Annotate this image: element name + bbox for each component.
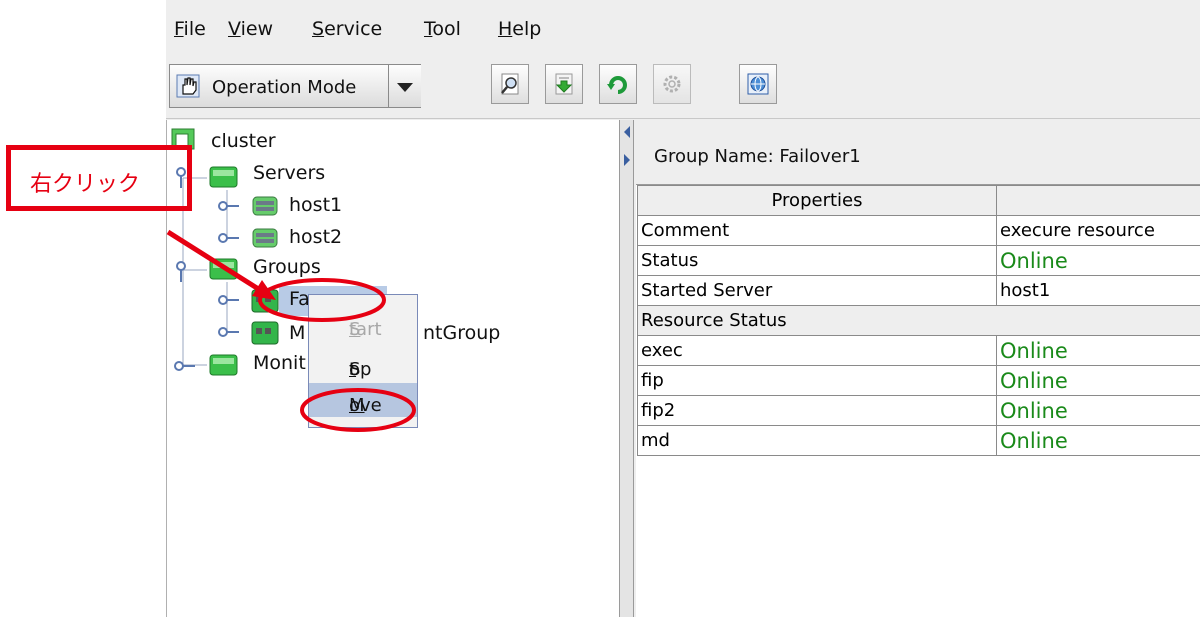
mode-select[interactable]: Operation Mode xyxy=(169,64,421,108)
toolbar: Operation Mode xyxy=(166,58,1200,119)
resource-name: md xyxy=(637,425,997,456)
property-label: Comment xyxy=(637,215,997,246)
menu-view[interactable]: View xyxy=(228,18,273,40)
group-name-label: Group Name: Failover1 xyxy=(654,146,861,167)
refresh-icon xyxy=(607,76,627,94)
chevron-down-icon xyxy=(397,83,413,92)
splitter-arrows-icon[interactable] xyxy=(623,126,631,166)
web-toolbar-button[interactable] xyxy=(739,64,777,104)
resource-status: Online xyxy=(996,425,1200,456)
table-row[interactable]: fip Online xyxy=(637,365,1200,396)
collapse-handle-icon[interactable] xyxy=(217,324,241,340)
tree-node-host2[interactable]: host2 xyxy=(289,226,342,248)
resource-status: Online xyxy=(996,335,1200,366)
pane-splitter[interactable] xyxy=(620,120,634,617)
table-row[interactable]: Status Online xyxy=(637,245,1200,276)
menu-service[interactable]: Service xyxy=(312,18,382,40)
server-icon xyxy=(252,228,278,248)
collapse-handle-icon[interactable] xyxy=(217,230,241,246)
properties-pane: Group Name: Failover1 Properties Comment… xyxy=(636,120,1200,617)
download-toolbar-button[interactable] xyxy=(545,64,583,104)
table-row[interactable]: fip2 Online xyxy=(637,395,1200,426)
hand-pointer-icon xyxy=(176,74,200,98)
properties-table: Properties Comment execure resource Stat… xyxy=(637,185,1200,456)
resource-status: Online xyxy=(996,395,1200,426)
download-icon xyxy=(555,73,573,95)
gear-icon xyxy=(663,75,681,93)
group-icon xyxy=(251,321,279,345)
mode-dropdown-button[interactable] xyxy=(388,65,421,107)
collapse-handle-icon[interactable] xyxy=(217,198,241,214)
tree-node-failover1[interactable]: Fa xyxy=(289,288,310,310)
section-row: Resource Status xyxy=(637,305,1200,336)
menu-tool[interactable]: Tool xyxy=(424,18,461,40)
table-header-row: Properties xyxy=(637,185,1200,216)
collapse-handle-icon[interactable] xyxy=(173,358,197,374)
resource-name: exec xyxy=(637,335,997,366)
server-icon xyxy=(252,196,278,216)
collapse-handle-icon[interactable] xyxy=(217,292,241,308)
resource-name: fip xyxy=(637,365,997,396)
context-menu: Start St op Move xyxy=(308,294,418,428)
table-row[interactable]: md Online xyxy=(637,425,1200,456)
refresh-toolbar-button[interactable] xyxy=(599,64,637,104)
tree-node-groups[interactable]: Groups xyxy=(253,256,321,278)
annotation-label: 右クリック xyxy=(30,172,141,197)
globe-icon xyxy=(747,73,769,95)
table-row[interactable]: Started Server host1 xyxy=(637,275,1200,306)
property-label: Status xyxy=(637,245,997,276)
status-value: Online xyxy=(996,245,1200,276)
table-row[interactable]: exec Online xyxy=(637,335,1200,366)
context-menu-start[interactable]: Start xyxy=(309,307,417,341)
menu-help[interactable]: Help xyxy=(498,18,541,40)
resource-name: fip2 xyxy=(637,395,997,426)
settings-toolbar-button[interactable] xyxy=(653,64,691,104)
context-menu-move[interactable]: Move xyxy=(309,383,417,417)
tree-node-cluster[interactable]: cluster xyxy=(211,130,276,152)
resource-status-section: Resource Status xyxy=(637,305,1200,336)
tree-node-servers[interactable]: Servers xyxy=(253,162,325,184)
expand-handle-icon[interactable] xyxy=(173,260,189,284)
search-toolbar-button[interactable] xyxy=(491,64,529,104)
table-row[interactable]: Comment execure resource xyxy=(637,215,1200,246)
tree-node-management-group-suffix[interactable]: ntGroup xyxy=(423,322,500,344)
properties-column-header: Properties xyxy=(637,185,997,216)
menu-file[interactable]: File xyxy=(174,18,206,40)
context-menu-stop[interactable]: St op xyxy=(309,347,417,381)
value-column-header xyxy=(996,185,1200,216)
groups-folder-icon xyxy=(209,258,238,280)
resource-status: Online xyxy=(996,365,1200,396)
property-value: host1 xyxy=(996,275,1200,306)
monitors-folder-icon xyxy=(209,354,238,376)
tree-node-monitors[interactable]: Monit xyxy=(253,352,306,374)
search-icon xyxy=(501,73,519,95)
group-icon xyxy=(251,289,279,313)
tree-node-management-group-prefix[interactable]: M xyxy=(289,322,305,344)
property-label: Started Server xyxy=(637,275,997,306)
property-value: execure resource xyxy=(996,215,1200,246)
group-header: Group Name: Failover1 xyxy=(636,120,1200,185)
servers-folder-icon xyxy=(209,166,238,188)
mode-select-value: Operation Mode xyxy=(212,77,357,98)
tree-node-host1[interactable]: host1 xyxy=(289,194,342,216)
menu-bar: File View Service Tool Help xyxy=(166,0,1200,52)
